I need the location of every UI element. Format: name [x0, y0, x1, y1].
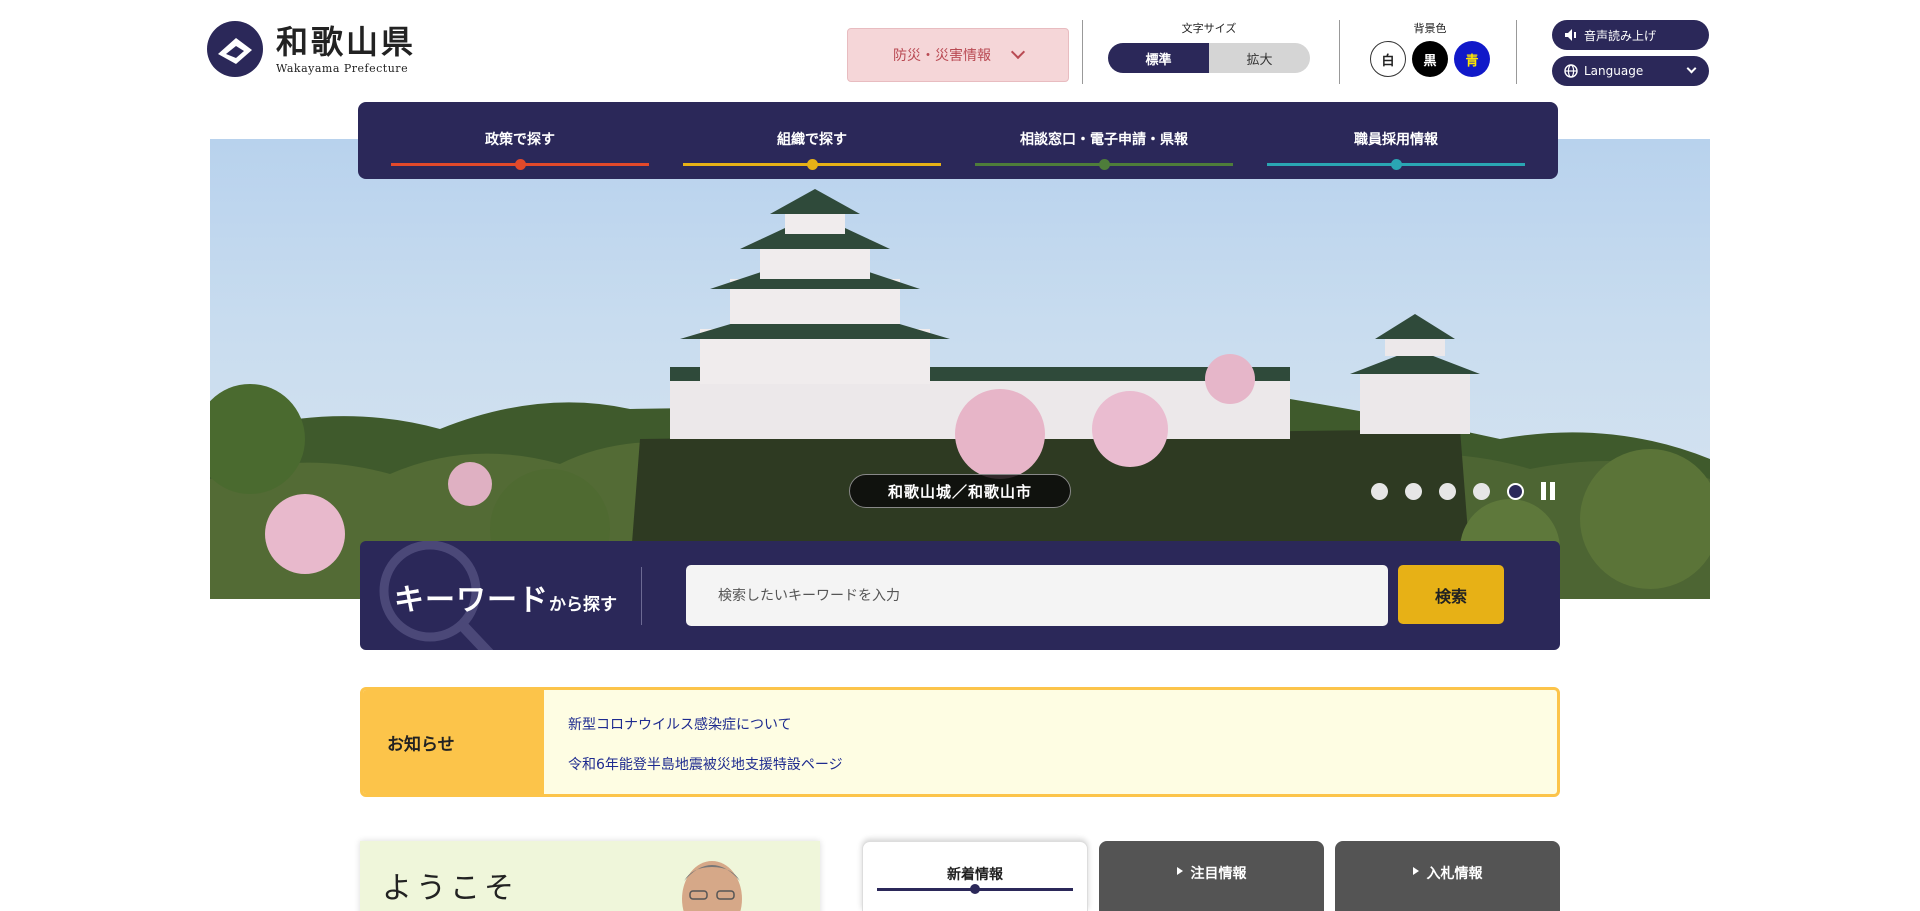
slide-dot-4[interactable] [1473, 482, 1490, 500]
search-title: キーワードから探す [394, 575, 617, 619]
header-divider [1516, 20, 1517, 84]
tab-new-info[interactable]: 新着情報 [862, 841, 1088, 911]
tab-dot [970, 884, 980, 894]
wakayama-emblem-icon [207, 21, 263, 77]
search-button[interactable]: 検索 [1398, 565, 1504, 624]
bg-black-button[interactable]: 黒 [1412, 41, 1448, 77]
search-title-main: キーワード [394, 583, 549, 618]
read-aloud-label: 音声読み上げ [1584, 28, 1657, 43]
slide-dot-1[interactable] [1371, 482, 1388, 500]
tab-featured-info[interactable]: 注目情報 [1099, 841, 1324, 911]
chevron-down-icon [1686, 63, 1697, 74]
site-logo[interactable]: 和歌山県 Wakayama Prefecture [206, 20, 416, 78]
nav-item-recruitment[interactable]: 職員採用情報 [1267, 102, 1525, 179]
tab-bid-info[interactable]: 入札情報 [1335, 841, 1560, 911]
slide-caption: 和歌山城／和歌山市 [849, 474, 1071, 508]
disaster-info-button[interactable]: 防災・災害情報 [847, 28, 1069, 82]
bg-blue-button[interactable]: 青 [1454, 41, 1490, 77]
language-label: Language [1584, 64, 1644, 78]
bg-white-button[interactable]: 白 [1370, 41, 1406, 77]
logo-subtitle: Wakayama Prefecture [276, 61, 409, 75]
language-select[interactable]: Language [1552, 56, 1709, 86]
welcome-title: ようこそ [382, 871, 518, 906]
search-input[interactable] [686, 565, 1388, 626]
nav-item-policy[interactable]: 政策で探す [391, 102, 649, 179]
notice-label: お知らせ [363, 690, 544, 794]
notice-box: お知らせ 新型コロナウイルス感染症について 令和6年能登半島地震被災地支援特設ペ… [360, 687, 1560, 797]
welcome-panel: ようこそ [360, 841, 820, 911]
font-size-control: 文字サイズ 標準 拡大 [1108, 20, 1310, 73]
nav-item-label: 組織で探す [777, 132, 847, 148]
background-color-label: 背景色 [1413, 22, 1447, 35]
chevron-down-icon [1010, 44, 1026, 60]
utility-buttons: 音声読み上げ Language [1552, 20, 1709, 92]
notice-link[interactable]: 令和6年能登半島地震被災地支援特設ページ [568, 754, 843, 774]
background-color-control: 背景色 白 黒 青 [1370, 20, 1490, 77]
governor-portrait [682, 861, 742, 911]
font-size-label: 文字サイズ [1181, 22, 1237, 35]
logo-title: 和歌山県 [276, 22, 417, 61]
search-title-sub: から探す [549, 595, 617, 615]
header-divider [1082, 20, 1083, 84]
keyword-search: キーワードから探す 検索 [360, 541, 1560, 650]
read-aloud-button[interactable]: 音声読み上げ [1552, 20, 1709, 50]
font-size-large-button[interactable]: 拡大 [1209, 43, 1310, 73]
triangle-right-icon [1176, 867, 1183, 875]
nav-item-label: 政策で探す [485, 132, 555, 148]
nav-item-label: 相談窓口・電子申請・県報 [1020, 132, 1188, 148]
info-tabs: 新着情報 注目情報 入札情報 [862, 841, 1560, 911]
tab-label: 入札情報 [1426, 866, 1483, 882]
font-size-standard-button[interactable]: 標準 [1108, 43, 1209, 73]
castle-photo [210, 189, 1710, 599]
speaker-icon [1564, 28, 1578, 42]
slide-dot-3[interactable] [1439, 482, 1456, 500]
tab-label: 注目情報 [1190, 866, 1247, 882]
search-divider [641, 567, 642, 625]
slide-controls [1371, 482, 1555, 500]
notice-link[interactable]: 新型コロナウイルス感染症について [568, 714, 843, 734]
nav-dot [807, 159, 818, 170]
nav-item-consultation[interactable]: 相談窓口・電子申請・県報 [975, 102, 1233, 179]
slide-dot-5[interactable] [1507, 482, 1524, 500]
nav-item-label: 職員採用情報 [1354, 132, 1438, 148]
header-divider [1339, 20, 1340, 84]
disaster-info-label: 防災・災害情報 [893, 48, 991, 64]
nav-dot [1391, 159, 1402, 170]
nav-dot [515, 159, 526, 170]
pause-icon[interactable] [1541, 482, 1555, 500]
nav-item-organization[interactable]: 組織で探す [683, 102, 941, 179]
globe-icon [1564, 64, 1578, 78]
hero-slideshow [210, 139, 1710, 599]
nav-dot [1099, 159, 1110, 170]
slide-dot-2[interactable] [1405, 482, 1422, 500]
global-navigation: 政策で探す 組織で探す 相談窓口・電子申請・県報 職員採用情報 [358, 102, 1558, 179]
triangle-right-icon [1412, 867, 1419, 875]
